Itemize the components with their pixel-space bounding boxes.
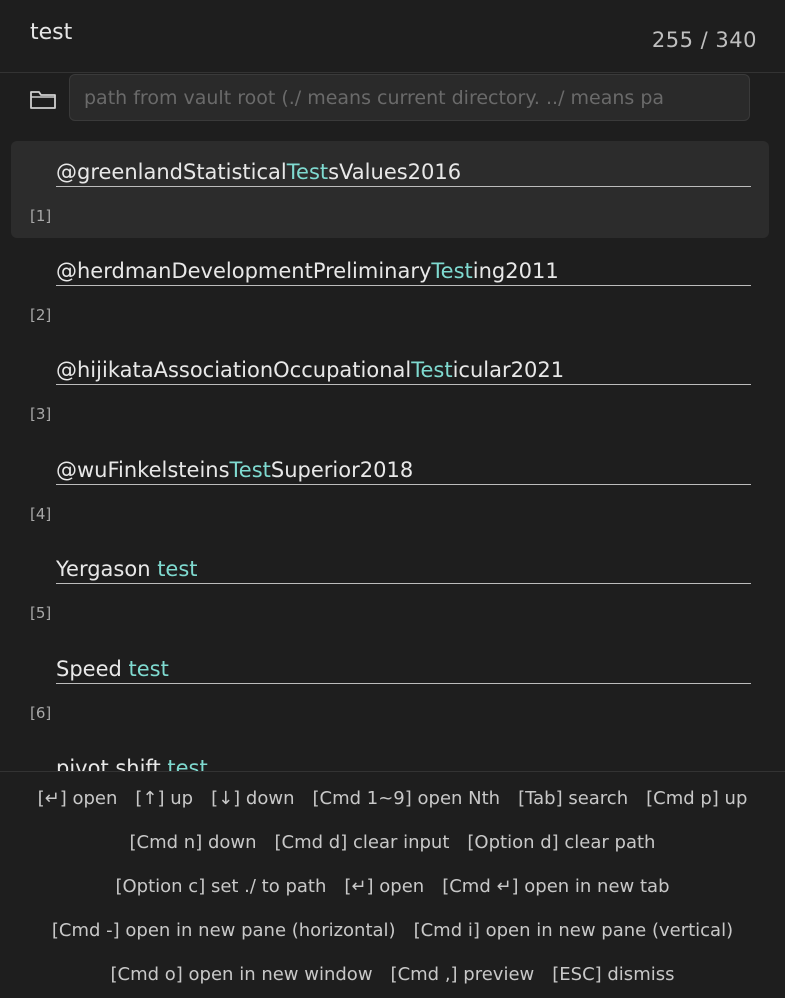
hint-open: [↵] open (37, 788, 118, 809)
result-index: [4] (30, 505, 52, 523)
hint-pane-horizontal: [Cmd -] open in new pane (horizontal) (51, 920, 396, 941)
match-highlight: test (128, 657, 169, 681)
keyboard-hints: [↵] open [↑] up [↓] down [Cmd 1~9] open Nth… (0, 771, 785, 998)
list-item[interactable]: @wuFinkelsteinsTestSuperior2018 [4] (11, 439, 769, 536)
result-index: [6] (30, 704, 52, 722)
hint-preview: [Cmd ,] preview (390, 964, 535, 985)
path-row (0, 73, 785, 129)
list-item[interactable]: @hijikataAssociationOccupationalTesticul… (11, 339, 769, 436)
result-title[interactable]: Yergason test (56, 556, 751, 584)
results-list: @greenlandStatisticalTestsValues2016 [1]… (0, 141, 785, 771)
hint-clear-path: [Option d] clear path (467, 832, 656, 853)
result-index: [5] (30, 604, 52, 622)
hint-search: [Tab] search (518, 788, 629, 809)
hint-open-new-tab: [Cmd ↵] open in new tab (442, 876, 670, 897)
match-highlight: test (167, 756, 208, 771)
hint-line: [Option c] set ./ to path [↵] open [Cmd ↵]… (0, 876, 785, 897)
list-item[interactable]: Yergason test [5] (11, 538, 769, 635)
folder-icon[interactable] (29, 87, 57, 111)
list-item[interactable]: @herdmanDevelopmentPreliminaryTesting201… (11, 240, 769, 337)
result-index: [2] (30, 306, 52, 324)
list-item[interactable]: @greenlandStatisticalTestsValues2016 [1] (11, 141, 769, 238)
hint-dismiss: [ESC] dismiss (552, 964, 675, 985)
match-highlight: Test (411, 358, 453, 382)
hint-cmd-n-down: [Cmd n] down (129, 832, 257, 853)
hint-open: [↵] open (344, 876, 425, 897)
hint-new-window: [Cmd o] open in new window (110, 964, 373, 985)
hint-cmd-p-up: [Cmd p] up (646, 788, 748, 809)
hint-line: [↵] open [↑] up [↓] down [Cmd 1~9] open Nth… (0, 788, 785, 809)
result-title[interactable]: @herdmanDevelopmentPreliminaryTesting201… (56, 258, 751, 286)
hint-set-path: [Option c] set ./ to path (115, 876, 327, 897)
hint-down: [↓] down (211, 788, 295, 809)
result-title[interactable]: @wuFinkelsteinsTestSuperior2018 (56, 457, 751, 485)
match-highlight: Test (229, 458, 271, 482)
hint-line: [Cmd n] down [Cmd d] clear input [Option d… (0, 832, 785, 853)
hint-clear-input: [Cmd d] clear input (274, 832, 450, 853)
hint-up: [↑] up (135, 788, 194, 809)
result-title[interactable]: pivot shift test (56, 755, 751, 771)
search-query[interactable]: test (30, 20, 72, 45)
result-title[interactable]: @hijikataAssociationOccupationalTesticul… (56, 357, 751, 385)
result-index: [1] (30, 207, 52, 225)
match-highlight: Test (286, 160, 329, 184)
match-highlight: Test (431, 259, 473, 283)
hint-line: [Cmd -] open in new pane (horizontal) [Cm… (0, 920, 785, 941)
list-item[interactable]: pivot shift test (11, 737, 769, 771)
hint-pane-vertical: [Cmd i] open in new pane (vertical) (413, 920, 734, 941)
result-count: 255 / 340 (651, 28, 757, 52)
hint-line: [Cmd o] open in new window [Cmd ,] previe… (0, 964, 785, 985)
hint-open-nth: [Cmd 1~9] open Nth (312, 788, 501, 809)
path-input[interactable] (69, 74, 750, 121)
match-highlight: test (157, 557, 198, 581)
result-title[interactable]: @greenlandStatisticalTestsValues2016 (56, 159, 751, 187)
search-header: test 255 / 340 (0, 0, 785, 73)
list-item[interactable]: Speed test [6] (11, 638, 769, 735)
result-index: [3] (30, 405, 52, 423)
result-title[interactable]: Speed test (56, 656, 751, 684)
